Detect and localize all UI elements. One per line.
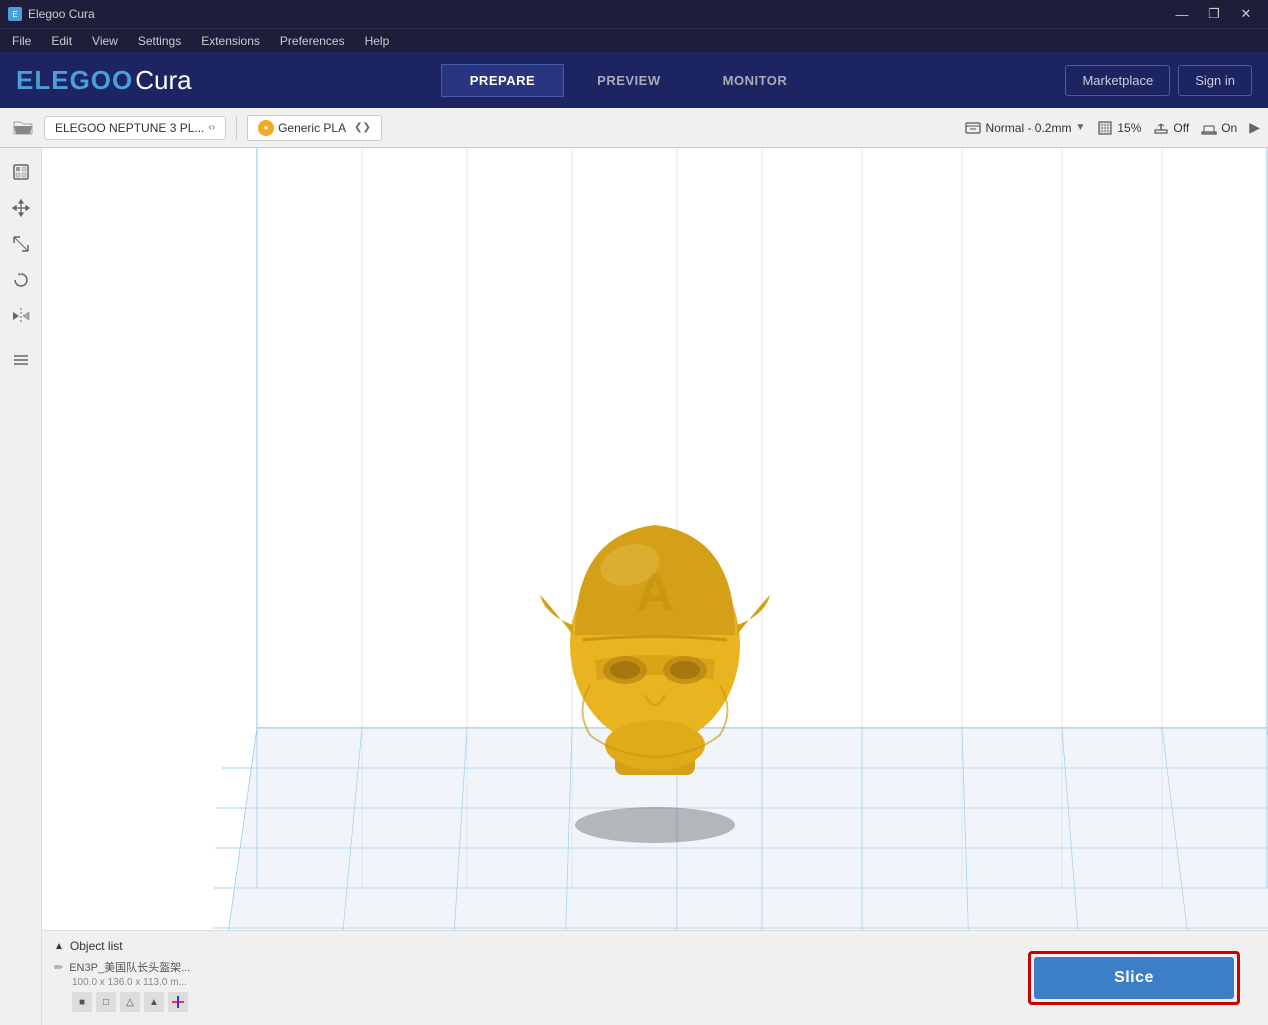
adhesion-setting[interactable]: On [1201,120,1237,136]
support-label: Off [1173,121,1189,135]
title-bar-left: E Elegoo Cura [8,7,95,21]
support-icon [1153,120,1169,136]
infill-setting[interactable]: 15% [1097,120,1141,136]
mirror-icon [11,306,31,326]
menu-file[interactable]: File [8,32,35,50]
material-chevron-icon: ❮❯ [354,122,371,133]
action-btn-1[interactable]: ■ [72,992,92,1012]
printer-selector[interactable]: ELEGOO NEPTUNE 3 PL... ‹ › [44,116,226,140]
printer-chevron-right-icon: › [212,122,215,133]
logo-elegoo: ELEGOO [16,65,133,96]
scale-icon [11,234,31,254]
app-title: Elegoo Cura [28,7,95,21]
marketplace-button[interactable]: Marketplace [1065,65,1170,96]
tab-preview[interactable]: PREVIEW [568,64,689,97]
menu-help[interactable]: Help [361,32,394,50]
app-icon: E [8,7,22,21]
logo-cura: Cura [135,65,191,96]
layer-icon [11,350,31,370]
layer-tool-button[interactable] [5,344,37,376]
slice-button[interactable]: Slice [1034,957,1234,999]
adhesion-label: On [1221,121,1237,135]
adhesion-icon [1201,120,1217,136]
left-toolbar [0,148,42,1025]
more-settings-button[interactable]: ▶ [1249,119,1260,136]
menu-bar: File Edit View Settings Extensions Prefe… [0,28,1268,52]
bottom-panel: ▲ Object list ✏ EN3P_美国队长头盔架... 100.0 x … [42,930,1268,1025]
rotate-icon [11,270,31,290]
signin-button[interactable]: Sign in [1178,65,1252,96]
action-btn-4[interactable]: ▲ [144,992,164,1012]
menu-view[interactable]: View [88,32,122,50]
support-setting[interactable]: Off [1153,120,1189,136]
logo: ELEGOO Cura [16,65,192,96]
profile-label: Normal - 0.2mm [985,121,1071,135]
toolbar: ELEGOO NEPTUNE 3 PL... ‹ › ● Generic PLA… [0,108,1268,148]
tab-monitor[interactable]: MONITOR [694,64,817,97]
toolbar-right: Normal - 0.2mm ▼ 15% Off On [965,119,1260,136]
close-button[interactable]: ✕ [1232,3,1260,25]
maximize-button[interactable]: ❐ [1200,3,1228,25]
header-tabs: PREPARE PREVIEW MONITOR [441,64,817,97]
captain-america-model: A [515,465,795,845]
action-btn-3[interactable]: △ [120,992,140,1012]
profile-setting[interactable]: Normal - 0.2mm ▼ [965,120,1085,136]
edit-icon: ✏ [54,961,63,974]
object-list-label: Object list [70,939,123,953]
move-icon [11,198,31,218]
material-name: Generic PLA [278,121,346,135]
open-folder-button[interactable] [8,114,38,142]
minimize-button[interactable]: — [1168,3,1196,25]
material-icon: ● [258,120,274,136]
menu-settings[interactable]: Settings [134,32,185,50]
select-tool-button[interactable] [5,156,37,188]
menu-edit[interactable]: Edit [47,32,76,50]
object-list-arrow: ▲ [54,941,64,952]
slice-button-container: Slice [1028,951,1240,1005]
3d-model: A [515,465,795,845]
menu-preferences[interactable]: Preferences [276,32,349,50]
action-btn-2[interactable]: □ [96,992,116,1012]
object-name: EN3P_美国队长头盔架... [69,959,190,975]
header: ELEGOO Cura PREPARE PREVIEW MONITOR Mark… [0,52,1268,108]
title-bar-controls: — ❐ ✕ [1168,3,1260,25]
title-bar: E Elegoo Cura — ❐ ✕ [0,0,1268,28]
toolbar-separator-1 [236,116,237,140]
move-tool-button[interactable] [5,192,37,224]
header-right: Marketplace Sign in [1065,65,1252,96]
profile-chevron-icon: ▼ [1075,122,1085,133]
origin-icon [168,992,188,1012]
select-icon [11,162,31,182]
mirror-tool-button[interactable] [5,300,37,332]
infill-icon [1097,120,1113,136]
printer-name: ELEGOO NEPTUNE 3 PL... [55,121,204,135]
scale-tool-button[interactable] [5,228,37,260]
main-area: A [0,148,1268,1025]
tab-prepare[interactable]: PREPARE [441,64,564,97]
profile-icon [965,120,981,136]
rotate-tool-button[interactable] [5,264,37,296]
viewport[interactable]: A [42,148,1268,1025]
infill-label: 15% [1117,121,1141,135]
menu-extensions[interactable]: Extensions [197,32,264,50]
red-x-marker [168,992,188,1012]
material-selector[interactable]: ● Generic PLA ❮❯ [247,115,382,141]
